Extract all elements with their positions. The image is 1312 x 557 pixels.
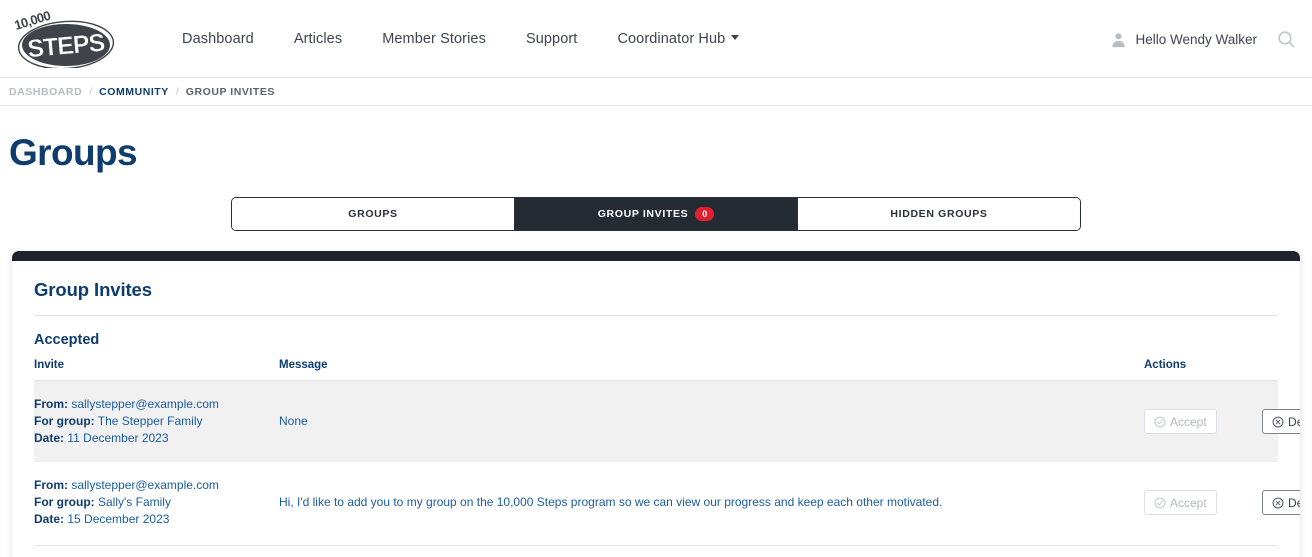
invite-group-line: For group: Sally's Family	[34, 494, 279, 511]
card-top-accent-bar	[12, 251, 1300, 261]
table-head: Invite Message Actions	[34, 359, 1278, 381]
nav-label: Articles	[293, 30, 343, 47]
table-row: From: sallystepper@example.com For group…	[34, 462, 1300, 543]
decline-button[interactable]: Decline	[1262, 409, 1300, 434]
invites-table: Invite Message Actions From: sallysteppe…	[34, 359, 1300, 544]
table-header-row: Invite Message Actions	[34, 359, 1278, 381]
accept-button-label: Accept	[1170, 414, 1207, 429]
label-date: Date:	[34, 431, 65, 445]
invite-details-cell: From: sallystepper@example.com For group…	[34, 462, 279, 543]
invite-message-cell: Hi, I'd like to add you to my group on t…	[279, 495, 943, 509]
user-greeting: Hello Wendy Walker	[1135, 31, 1257, 47]
breadcrumb-separator: /	[89, 85, 93, 98]
check-circle-icon	[1154, 416, 1166, 427]
check-circle-icon	[1154, 497, 1166, 508]
label-for-group: For group:	[34, 414, 95, 428]
tab-group-invites[interactable]: GROUP INVITES 0	[515, 198, 798, 230]
invite-details-cell: From: sallystepper@example.com For group…	[34, 380, 279, 462]
header-right-cluster: Hello Wendy Walker	[1110, 0, 1302, 78]
tab-hidden-groups[interactable]: HIDDEN GROUPS	[798, 198, 1080, 230]
tabs-container: GROUPS GROUP INVITES 0 HIDDEN GROUPS	[0, 197, 1312, 231]
tab-group: GROUPS GROUP INVITES 0 HIDDEN GROUPS	[231, 197, 1081, 231]
decline-button-label: Decline	[1288, 495, 1300, 510]
tab-groups[interactable]: GROUPS	[232, 198, 515, 230]
nav-item-coordinator-hub[interactable]: Coordinator Hub	[597, 23, 759, 55]
tab-label: HIDDEN GROUPS	[890, 208, 988, 220]
invite-message-cell: None	[279, 380, 1144, 462]
nav-item-member-stories[interactable]: Member Stories	[362, 23, 506, 55]
accept-button[interactable]: Accept	[1144, 490, 1217, 515]
x-circle-icon	[1272, 497, 1284, 508]
nav-label: Support	[525, 30, 578, 47]
card-title: Group Invites	[34, 279, 1278, 316]
chevron-down-icon	[731, 35, 740, 41]
invite-group-value: The Stepper Family	[97, 414, 203, 428]
label-from: From:	[34, 397, 68, 411]
table-body: From: sallystepper@example.com For group…	[34, 380, 1300, 544]
column-header-invite: Invite	[34, 359, 279, 381]
section-title-accepted: Accepted	[34, 332, 100, 348]
invite-from-value: sallystepper@example.com	[71, 478, 219, 492]
nav-item-dashboard[interactable]: Dashboard	[162, 23, 274, 55]
search-icon[interactable]	[1277, 30, 1296, 49]
invite-date-value: 15 December 2023	[67, 512, 170, 526]
accept-button[interactable]: Accept	[1144, 409, 1217, 434]
nav-label: Member Stories	[382, 30, 486, 47]
column-header-actions: Actions	[1144, 359, 1278, 381]
breadcrumb-item-group-invites: GROUP INVITES	[185, 85, 275, 98]
group-invites-card-wrapper: Group Invites Accepted Invite Message Ac…	[12, 251, 1300, 557]
site-logo[interactable]: STEPS 10,000	[8, 10, 120, 68]
invite-group-line: For group: The Stepper Family	[34, 413, 279, 430]
nav-item-articles[interactable]: Articles	[274, 23, 362, 55]
invite-from-value: sallystepper@example.com	[71, 397, 219, 411]
invite-actions-cell: Accept Decline	[1144, 462, 1300, 543]
label-for-group: For group:	[34, 495, 95, 509]
breadcrumb-item-dashboard[interactable]: DASHBOARD	[9, 86, 82, 98]
user-menu[interactable]: Hello Wendy Walker	[1110, 31, 1265, 48]
decline-button[interactable]: Decline	[1262, 490, 1300, 515]
status-badge: 0	[695, 207, 715, 221]
invite-date-line: Date: 15 December 2023	[34, 511, 279, 528]
tab-label: GROUP INVITES	[597, 208, 689, 220]
nav-item-support[interactable]: Support	[506, 23, 598, 55]
site-header: STEPS 10,000 Dashboard Articles Member S…	[0, 0, 1312, 78]
card-body: Group Invites Accepted Invite Message Ac…	[12, 261, 1300, 557]
breadcrumb-separator: /	[175, 85, 179, 98]
invite-from-line: From: sallystepper@example.com	[34, 396, 279, 413]
x-circle-icon	[1272, 416, 1284, 427]
tab-label: GROUPS	[348, 208, 398, 220]
invite-actions-cell: Accept Decline	[1144, 380, 1300, 462]
label-date: Date:	[34, 512, 65, 526]
page-title: Groups	[9, 132, 138, 173]
logo-icon: STEPS 10,000	[12, 10, 115, 68]
card-footer-divider	[34, 545, 1278, 557]
invite-date-line: Date: 11 December 2023	[34, 430, 279, 447]
decline-button-label: Decline	[1288, 414, 1300, 429]
breadcrumb-item-community[interactable]: COMMUNITY	[99, 86, 169, 98]
breadcrumb: DASHBOARD / COMMUNITY / GROUP INVITES	[0, 78, 1312, 106]
nav-label: Dashboard	[182, 30, 254, 47]
invite-date-value: 11 December 2023	[67, 431, 169, 445]
accept-button-label: Accept	[1170, 495, 1207, 510]
column-header-message: Message	[279, 359, 1144, 381]
nav-label: Coordinator Hub	[617, 30, 726, 47]
main-navigation: Dashboard Articles Member Stories Suppor…	[162, 23, 759, 55]
table-row: From: sallystepper@example.com For group…	[34, 380, 1300, 462]
label-from: From:	[34, 478, 68, 492]
avatar-icon	[1112, 32, 1126, 47]
invite-from-line: From: sallystepper@example.com	[34, 477, 279, 494]
invite-group-value: Sally's Family	[98, 495, 171, 509]
group-invites-card: Group Invites Accepted Invite Message Ac…	[12, 251, 1300, 557]
